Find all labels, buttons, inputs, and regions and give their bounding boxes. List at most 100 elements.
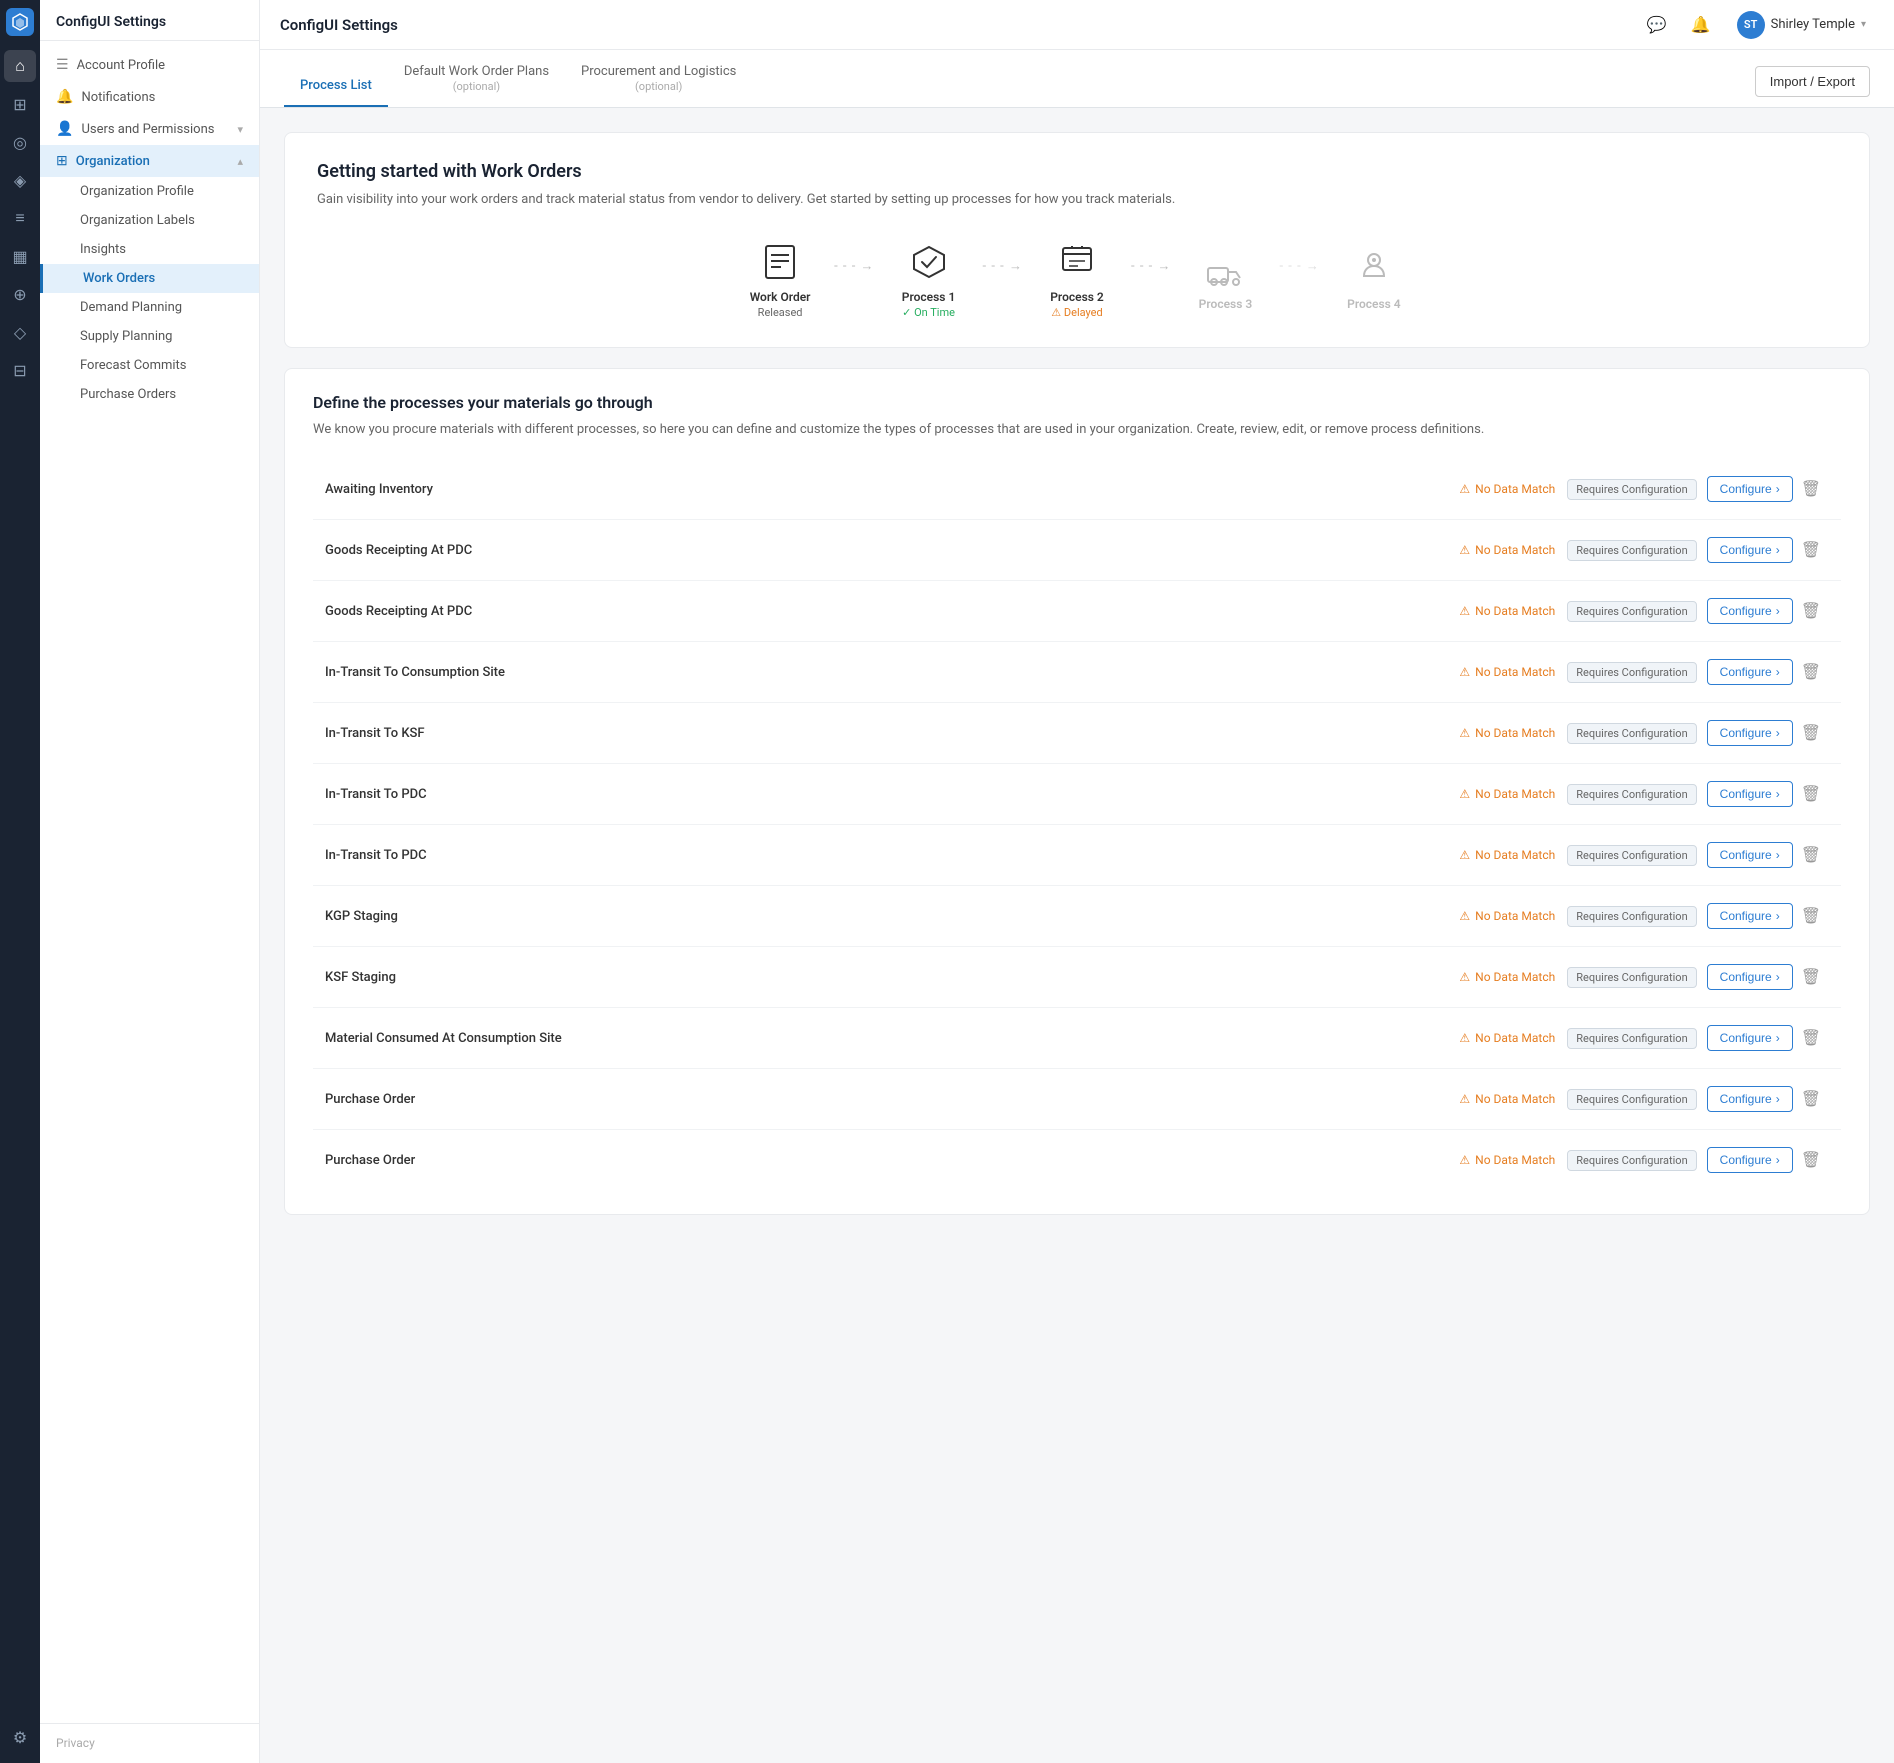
warning-icon: ⚠ — [1459, 604, 1470, 618]
process-name: In-Transit To KSF — [325, 726, 1459, 741]
delete-button[interactable]: 🗑 — [1793, 1146, 1829, 1174]
sidebar-item-work-orders[interactable]: Work Orders — [40, 264, 259, 293]
rail-grid-icon[interactable]: ⊞ — [4, 88, 36, 120]
delete-button[interactable]: 🗑 — [1793, 780, 1829, 808]
tab-process-list[interactable]: Process List — [284, 64, 388, 107]
delete-button[interactable]: 🗑 — [1793, 597, 1829, 625]
warning-icon: ⚠ — [1459, 543, 1470, 557]
process-name: KSF Staging — [325, 970, 1459, 985]
warning-icon: ⚠ — [1459, 848, 1470, 862]
chevron-right-icon: › — [1776, 482, 1780, 496]
process-name: Purchase Order — [325, 1153, 1459, 1168]
configure-button[interactable]: Configure › — [1707, 781, 1793, 807]
import-export-button[interactable]: Import / Export — [1755, 66, 1870, 97]
sidebar: ConfigUI Settings ☰ Account Profile 🔔 No… — [40, 0, 260, 1763]
rail-chart-icon[interactable]: ▦ — [4, 240, 36, 272]
table-row: KSF Staging ⚠ No Data Match Requires Con… — [313, 947, 1841, 1008]
define-processes-section: Define the processes your materials go t… — [284, 368, 1870, 1216]
process-step-2: Process 2 ⚠ Delayed — [1027, 238, 1127, 319]
sidebar-item-org-profile[interactable]: Organization Profile — [40, 177, 259, 206]
table-row: In-Transit To PDC ⚠ No Data Match Requir… — [313, 825, 1841, 886]
rail-grid2-icon[interactable]: ⊟ — [4, 354, 36, 386]
sidebar-item-supply-planning[interactable]: Supply Planning — [40, 322, 259, 351]
tabs-action-area: Import / Export — [1755, 56, 1870, 107]
sidebar-item-org-labels[interactable]: Organization Labels — [40, 206, 259, 235]
delete-button[interactable]: 🗑 — [1793, 536, 1829, 564]
table-row: Material Consumed At Consumption Site ⚠ … — [313, 1008, 1841, 1069]
rail-home-icon[interactable]: ⌂ — [4, 50, 36, 82]
configure-button[interactable]: Configure › — [1707, 720, 1793, 746]
delete-button[interactable]: 🗑 — [1793, 902, 1829, 930]
sidebar-item-notifications[interactable]: 🔔 Notifications — [40, 81, 259, 113]
rail-location-icon[interactable]: ◈ — [4, 164, 36, 196]
account-profile-icon: ☰ — [56, 57, 69, 73]
tab-default-work-order-plans[interactable]: Default Work Order Plans (optional) — [388, 50, 565, 107]
no-data-match-badge: ⚠ No Data Match — [1459, 665, 1555, 679]
process-1-icon — [905, 238, 953, 286]
delete-button[interactable]: 🗑 — [1793, 841, 1829, 869]
configure-button[interactable]: Configure › — [1707, 476, 1793, 502]
configure-button[interactable]: Configure › — [1707, 964, 1793, 990]
sidebar-item-insights[interactable]: Insights — [40, 235, 259, 264]
process-name: Awaiting Inventory — [325, 482, 1459, 497]
configure-button[interactable]: Configure › — [1707, 842, 1793, 868]
chevron-right-icon: › — [1776, 726, 1780, 740]
configure-button[interactable]: Configure › — [1707, 537, 1793, 563]
process-flow: Work Order Released - - - → — [317, 238, 1837, 319]
privacy-link[interactable]: Privacy — [56, 1736, 95, 1750]
chat-icon[interactable]: 💬 — [1641, 9, 1673, 41]
content-area: Getting started with Work Orders Gain vi… — [260, 108, 1894, 1239]
sidebar-item-account-profile[interactable]: ☰ Account Profile — [40, 49, 259, 81]
configure-button[interactable]: Configure › — [1707, 1147, 1793, 1173]
connector-1: - - - → — [830, 258, 878, 298]
rail-list-icon[interactable]: ≡ — [4, 202, 36, 234]
chevron-down-icon: ▾ — [237, 123, 243, 136]
sidebar-item-organization[interactable]: ⊞ Organization ▴ — [40, 145, 259, 177]
notifications-bell-icon[interactable]: 🔔 — [1685, 9, 1717, 41]
no-data-match-badge: ⚠ No Data Match — [1459, 543, 1555, 557]
users-icon: 👤 — [56, 121, 73, 137]
requires-config-badge: Requires Configuration — [1567, 967, 1696, 988]
no-data-match-badge: ⚠ No Data Match — [1459, 970, 1555, 984]
sidebar-item-forecast-commits[interactable]: Forecast Commits — [40, 351, 259, 380]
rail-tag-icon[interactable]: ◇ — [4, 316, 36, 348]
configure-button[interactable]: Configure › — [1707, 1025, 1793, 1051]
delete-button[interactable]: 🗑 — [1793, 1024, 1829, 1052]
process-1-status: ✓ On Time — [902, 306, 955, 319]
work-orders-label: Work Orders — [83, 271, 155, 286]
delete-button[interactable]: 🗑 — [1793, 963, 1829, 991]
sidebar-title: ConfigUI Settings — [56, 14, 243, 30]
no-data-match-badge: ⚠ No Data Match — [1459, 726, 1555, 740]
configure-button[interactable]: Configure › — [1707, 1086, 1793, 1112]
sidebar-item-users-permissions[interactable]: 👤 Users and Permissions ▾ — [40, 113, 259, 145]
tab-procurement-logistics[interactable]: Procurement and Logistics (optional) — [565, 50, 752, 107]
no-data-match-badge: ⚠ No Data Match — [1459, 848, 1555, 862]
requires-config-badge: Requires Configuration — [1567, 723, 1696, 744]
sidebar-item-purchase-orders[interactable]: Purchase Orders — [40, 380, 259, 409]
delete-button[interactable]: 🗑 — [1793, 658, 1829, 686]
chevron-right-icon: › — [1776, 1092, 1780, 1106]
sidebar-item-demand-planning[interactable]: Demand Planning — [40, 293, 259, 322]
no-data-match-badge: ⚠ No Data Match — [1459, 909, 1555, 923]
no-data-match-badge: ⚠ No Data Match — [1459, 482, 1555, 496]
configure-button[interactable]: Configure › — [1707, 659, 1793, 685]
configure-button[interactable]: Configure › — [1707, 903, 1793, 929]
requires-config-badge: Requires Configuration — [1567, 1150, 1696, 1171]
rail-globe-icon[interactable]: ◎ — [4, 126, 36, 158]
app-logo[interactable] — [6, 8, 34, 36]
user-menu[interactable]: ST Shirley Temple ▾ — [1729, 7, 1874, 43]
process-step-1: Process 1 ✓ On Time — [879, 238, 979, 319]
configure-button[interactable]: Configure › — [1707, 598, 1793, 624]
delete-button[interactable]: 🗑 — [1793, 475, 1829, 503]
work-order-label: Work Order — [750, 290, 811, 304]
process-3-icon — [1201, 245, 1249, 293]
warning-icon: ⚠ — [1459, 665, 1470, 679]
rail-settings-icon[interactable]: ⚙ — [4, 1721, 36, 1753]
table-row: Goods Receipting At PDC ⚠ No Data Match … — [313, 520, 1841, 581]
sidebar-header: ConfigUI Settings — [40, 0, 259, 41]
delete-button[interactable]: 🗑 — [1793, 1085, 1829, 1113]
demand-planning-label: Demand Planning — [80, 300, 182, 315]
rail-layers-icon[interactable]: ⊕ — [4, 278, 36, 310]
work-order-status: Released — [758, 306, 803, 319]
delete-button[interactable]: 🗑 — [1793, 719, 1829, 747]
